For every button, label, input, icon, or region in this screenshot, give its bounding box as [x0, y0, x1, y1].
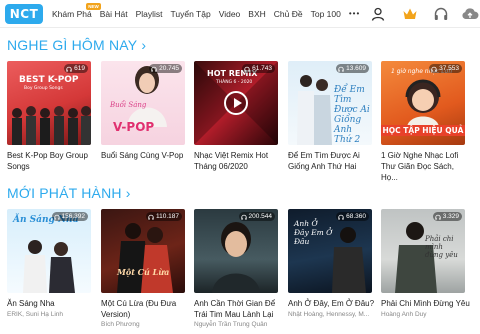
- headphones-icon: [240, 214, 247, 220]
- cover-script-text: Buổi Sáng: [110, 101, 147, 109]
- headphones-icon: [151, 66, 157, 72]
- release-cover[interactable]: 200.544: [194, 209, 278, 293]
- nav-item-tuyen-tap[interactable]: Tuyển Tập: [171, 0, 211, 28]
- view-count: 619: [74, 65, 85, 72]
- girl-illustration: [405, 79, 441, 127]
- view-count: 20.745: [159, 65, 179, 72]
- song-title[interactable]: Phải Chi Mình Đừng Yêu: [381, 298, 473, 309]
- cover-script-text: Một Cú Lừa: [117, 267, 170, 277]
- play-button[interactable]: [224, 91, 248, 115]
- upload-icon[interactable]: [461, 6, 479, 22]
- headphones-icon: [435, 214, 441, 220]
- headphones-icon: [66, 66, 72, 72]
- playlist-cover[interactable]: 1 giờ nghe nhạc Lofi HỌC TẬP HIỆU QUẢ 37…: [381, 61, 465, 145]
- view-count-badge: 13.609: [336, 64, 369, 73]
- playlist-cover[interactable]: HOT REMIX THÁNG 6 - 2020 61.743: [194, 61, 278, 145]
- view-count: 68.360: [346, 213, 366, 220]
- playlist-title[interactable]: Buổi Sáng Cùng V-Pop: [101, 150, 193, 161]
- nav-item-playlist[interactable]: Playlist: [136, 0, 163, 28]
- couple-photo: [117, 223, 173, 293]
- view-count-badge: 3.329: [432, 212, 462, 221]
- playlist-title[interactable]: Best K-Pop Boy Group Songs: [7, 150, 99, 172]
- nav-item-chu-de[interactable]: Chủ Đề: [274, 0, 303, 28]
- new-badge: NEW: [86, 3, 101, 10]
- cover-text: BEST K-POP: [19, 75, 79, 85]
- release-cover[interactable]: Anh Ở Đây Em Ở Đâu 68.360: [288, 209, 372, 293]
- headphones-icon: [338, 66, 344, 72]
- view-count: 110.187: [155, 213, 179, 220]
- headphones-icon: [431, 66, 437, 72]
- playlist-cover[interactable]: Buổi Sáng V-POP 20.745: [101, 61, 185, 145]
- nav-item-video[interactable]: Video: [219, 0, 241, 28]
- view-count: 61.743: [252, 65, 272, 72]
- cover-subtext: THÁNG 6 - 2020: [216, 80, 253, 85]
- section-title-text: NGHE GÌ HÔM NAY: [7, 37, 138, 53]
- view-count-badge: 619: [64, 64, 88, 73]
- user-icon[interactable]: [370, 6, 386, 22]
- headphones-icon: [53, 214, 60, 220]
- main-nav: Khám Phá NEW Bài Hát Playlist Tuyển Tập …: [52, 0, 360, 28]
- release-cover[interactable]: Một Cú Lừa 110.187: [101, 209, 185, 293]
- nct-logo[interactable]: NCT: [5, 4, 43, 24]
- view-count: 3.329: [442, 213, 459, 220]
- song-artist[interactable]: Hoàng Anh Duy: [381, 310, 473, 319]
- song-title[interactable]: Anh Cần Thời Gian Để Trái Tim Mau Lành L…: [194, 298, 286, 320]
- nav-item-bai-hat[interactable]: Bài Hát: [100, 0, 128, 28]
- couple-photo: [297, 75, 332, 145]
- song-title[interactable]: Anh Ở Đây, Em Ở Đâu?: [288, 298, 380, 309]
- view-count-badge: 61.743: [242, 64, 275, 73]
- cover-text: V-POP: [113, 120, 155, 134]
- nav-item-bxh[interactable]: BXH: [248, 0, 265, 28]
- singer-photo: [332, 227, 366, 293]
- top-header: NCT Khám Phá NEW Bài Hát Playlist Tuyển …: [0, 0, 480, 28]
- song-title[interactable]: Một Cú Lừa (Đu Đưa Version): [101, 298, 193, 320]
- song-artist[interactable]: Bích Phương: [101, 320, 193, 329]
- song-artist[interactable]: Nguyễn Trần Trung Quân: [194, 320, 286, 329]
- nav-item-top-100[interactable]: Top 100: [311, 0, 341, 28]
- more-menu-button[interactable]: •••: [349, 0, 360, 28]
- section-title-nghe-gi-hom-nay[interactable]: NGHE GÌ HÔM NAY ›: [7, 37, 146, 53]
- cover-banner: HỌC TẬP HIỆU QUẢ: [381, 125, 465, 136]
- view-count-badge: 68.360: [336, 212, 369, 221]
- view-count-badge: 200.544: [238, 212, 275, 221]
- song-title[interactable]: Ăn Sáng Nha: [7, 298, 99, 309]
- chevron-right-icon: ›: [141, 37, 147, 53]
- view-count-badge: 20.745: [149, 64, 182, 73]
- crown-icon[interactable]: [402, 6, 418, 22]
- headphones-icon: [338, 214, 344, 220]
- cover-subtext: Boy Group Songs: [24, 86, 63, 91]
- playlist-title[interactable]: Để Em Tìm Được Ai Giống Anh Thứ Hai: [288, 150, 380, 172]
- playlist-cover[interactable]: Để Em Tìm Được Ai Giống Anh Thứ 2 13.609: [288, 61, 372, 145]
- singer-photo: [212, 222, 260, 293]
- section-title-text: MỚI PHÁT HÀNH: [7, 185, 122, 201]
- song-artist[interactable]: Nhật Hoàng, Hennessy, M...: [288, 310, 380, 319]
- view-count-badge: 37.553: [429, 64, 462, 73]
- view-count-badge: 110.187: [145, 212, 182, 221]
- singer-photo: [127, 66, 167, 127]
- couple-photo: [23, 240, 75, 293]
- view-count-badge: 156.392: [51, 212, 88, 221]
- headphones-icon[interactable]: [433, 6, 449, 22]
- section-title-moi-phat-hanh[interactable]: MỚI PHÁT HÀNH ›: [7, 185, 131, 201]
- playlist-title[interactable]: 1 Giờ Nghe Nhạc Lofi Thư Giãn Đọc Sách, …: [381, 150, 473, 183]
- nav-item-kham-pha[interactable]: Khám Phá NEW: [52, 0, 101, 28]
- release-cover[interactable]: Ăn Sáng Nha 156.392: [7, 209, 91, 293]
- playlist-title[interactable]: Nhạc Việt Remix Hot Tháng 06/2020: [194, 150, 286, 172]
- headphones-icon: [244, 66, 250, 72]
- view-count: 156.392: [61, 213, 86, 220]
- nav-item-label: Khám Phá: [52, 9, 92, 19]
- view-count: 200.544: [248, 213, 273, 220]
- view-count: 13.609: [346, 65, 366, 72]
- chevron-right-icon: ›: [125, 185, 131, 201]
- group-photo: [12, 106, 91, 145]
- release-cover[interactable]: Phải chi mình đừng yêu 3.329: [381, 209, 465, 293]
- headphones-icon: [148, 214, 154, 220]
- cover-script-text: Để Em Tìm Được Ai Giống Anh Thứ 2: [334, 85, 370, 145]
- song-artist[interactable]: ERIK, Suni Hạ Linh: [7, 310, 99, 319]
- cover-script-text: Phải chi mình đừng yêu: [425, 235, 458, 259]
- view-count: 37.553: [439, 65, 459, 72]
- playlist-cover[interactable]: BEST K-POP Boy Group Songs 619: [7, 61, 91, 145]
